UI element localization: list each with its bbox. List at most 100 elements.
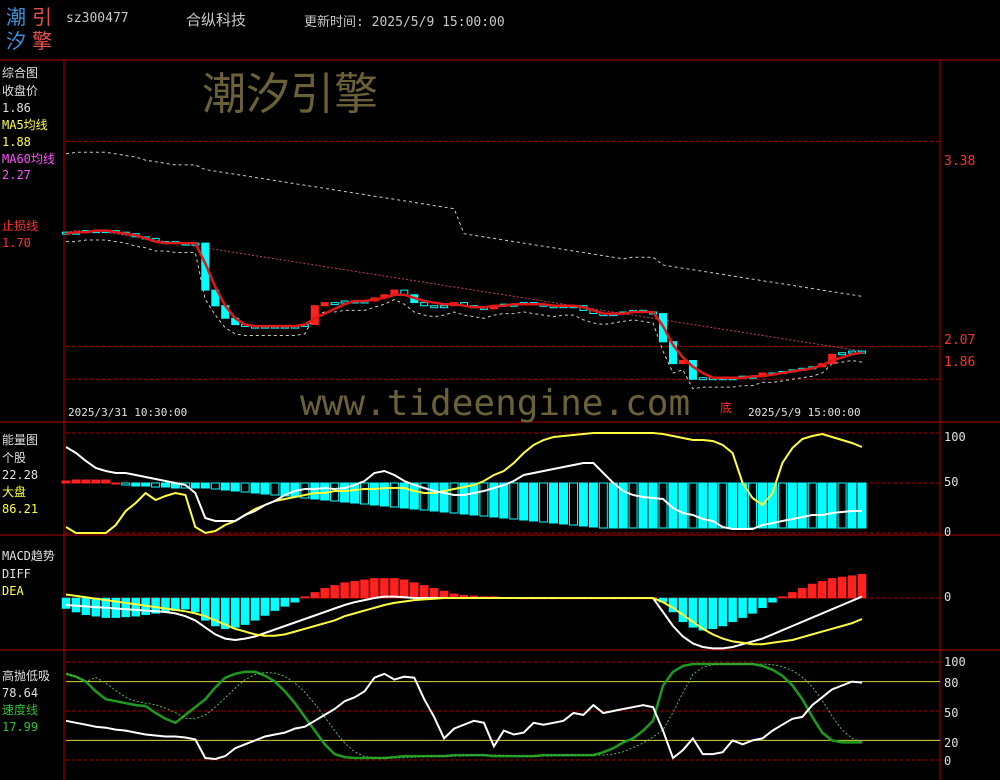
- energy-bar: [807, 482, 817, 529]
- brand-logo: 潮 引 汐 擎: [6, 6, 56, 56]
- macd-bar: [350, 580, 359, 599]
- energy-bar: [539, 482, 549, 523]
- speed-label: 速度线: [2, 703, 39, 717]
- ma5-value: 1.88: [2, 135, 31, 149]
- energy-bar: [71, 479, 81, 484]
- energy-bar: [768, 482, 777, 529]
- candle: [440, 305, 449, 309]
- y-tick-207: 2.07: [944, 333, 976, 348]
- macd-bar: [788, 592, 797, 599]
- macd-bar: [390, 578, 399, 599]
- hl-tick-50: 50: [944, 706, 959, 720]
- speed-value: 17.99: [2, 720, 39, 734]
- energy-bar: [131, 482, 141, 487]
- energy-bar: [240, 482, 250, 493]
- energy-bar: [797, 482, 807, 529]
- macd-bar: [330, 585, 339, 599]
- watermark-brand: 潮汐引擎: [202, 69, 378, 120]
- macd-bar: [370, 578, 379, 599]
- macd-bar: [131, 597, 140, 617]
- lower-band-line: [66, 239, 863, 390]
- logo-char-4: 擎: [32, 29, 52, 53]
- macd-bar: [280, 597, 290, 607]
- energy-bar: [161, 482, 170, 488]
- y-tick-186: 1.86: [944, 355, 976, 370]
- energy-bar: [678, 482, 688, 529]
- energy-bar: [61, 480, 71, 484]
- energy-tick-50: 50: [944, 475, 959, 489]
- energy-bar: [738, 482, 748, 529]
- energy-bar: [817, 482, 827, 529]
- energy-bar: [827, 482, 837, 529]
- macd-bar: [708, 597, 718, 630]
- energy-bar: [270, 482, 280, 496]
- close-label: 收盘价: [2, 84, 39, 98]
- energy-bar: [479, 482, 489, 517]
- panel-kline: [62, 140, 940, 390]
- panel3-title: MACD趋势: [2, 549, 55, 563]
- macd-bar: [808, 583, 817, 599]
- candle: [698, 377, 707, 381]
- macd-bar: [758, 597, 767, 609]
- energy-bar: [529, 482, 539, 522]
- candle: [838, 352, 847, 356]
- energy-bar: [509, 482, 519, 520]
- bottom-marker: 底: [720, 401, 733, 415]
- ma60-line: [65, 230, 863, 352]
- energy-bar: [569, 482, 578, 526]
- energy-bar: [857, 482, 867, 529]
- energy-tick-100: 100: [944, 430, 966, 444]
- energy-bar: [121, 482, 131, 486]
- energy-bar: [598, 482, 608, 529]
- candle: [330, 302, 339, 306]
- date-start: 2025/3/31 10:30:00: [68, 406, 188, 419]
- energy-bar: [608, 482, 618, 529]
- macd-bar: [340, 582, 349, 599]
- energy-bar: [210, 482, 220, 490]
- energy-bar: [111, 482, 121, 485]
- macd-bar: [260, 597, 270, 616]
- macd-bar: [439, 590, 449, 599]
- macd-bar: [250, 597, 260, 621]
- energy-bar: [91, 479, 101, 484]
- macd-bar: [121, 597, 130, 618]
- stock-name: 合纵科技: [186, 11, 247, 29]
- panel1-title: 综合图: [2, 66, 39, 80]
- macd-bar: [778, 596, 787, 599]
- energy-bar: [340, 482, 350, 503]
- candle: [320, 302, 329, 307]
- watermark-url: www.tideengine.com: [300, 383, 691, 424]
- energy-bar: [837, 482, 847, 529]
- energy-bar: [748, 482, 757, 529]
- energy-bar: [389, 482, 399, 508]
- market-value: 86.21: [2, 502, 39, 516]
- hl-tick-80: 80: [944, 676, 959, 690]
- logo-char-2: 引: [32, 5, 52, 29]
- macd-bar: [360, 579, 369, 599]
- panel4-title: 高抛低吸: [2, 669, 51, 683]
- energy-bar: [250, 482, 260, 494]
- energy-bar: [728, 482, 738, 529]
- stop-value: 1.70: [2, 236, 31, 250]
- energy-bar: [360, 482, 369, 505]
- macd-bar: [738, 597, 747, 618]
- ma60-label: MA60均线: [2, 152, 55, 166]
- macd-bar: [817, 580, 827, 599]
- macd-bar: [429, 587, 439, 599]
- macd-bar: [837, 576, 847, 599]
- energy-bar: [638, 482, 648, 529]
- panel-highlow: [65, 661, 940, 761]
- macd-bar: [678, 597, 688, 623]
- upper-band-line: [65, 151, 863, 297]
- energy-bar: [369, 482, 379, 506]
- energy-bar: [688, 482, 698, 529]
- y-tick-338: 3.38: [944, 154, 976, 169]
- energy-bar: [588, 482, 598, 528]
- stock-value: 22.28: [2, 468, 39, 482]
- logo-char-3: 汐: [6, 29, 26, 53]
- macd-tick-0: 0: [944, 590, 952, 604]
- stock-label: 个股: [2, 451, 27, 465]
- energy-bar: [399, 482, 409, 509]
- energy-bar: [220, 482, 230, 491]
- ma5-label: MA5均线: [2, 118, 48, 132]
